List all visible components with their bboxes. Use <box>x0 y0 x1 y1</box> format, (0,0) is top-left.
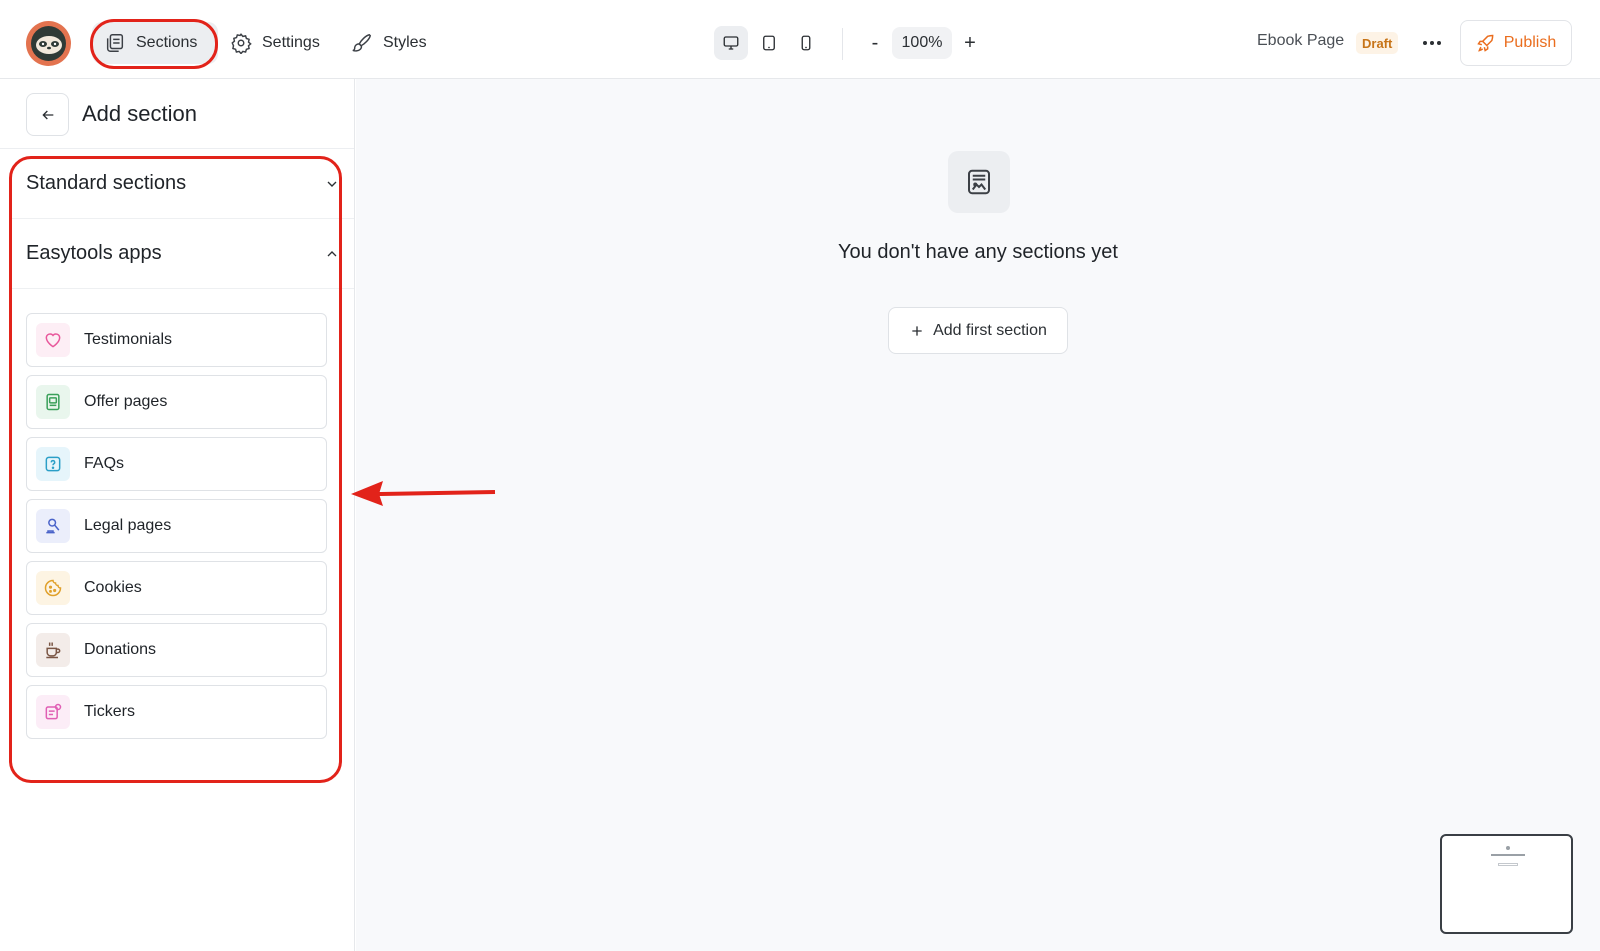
app-item-faqs[interactable]: FAQs <box>26 437 327 491</box>
app-item-tickers[interactable]: Tickers <box>26 685 327 739</box>
nav-styles-label: Styles <box>383 34 427 51</box>
offer-page-icon <box>36 385 70 419</box>
chevron-up-icon <box>327 250 337 256</box>
accordion-label: Easytools apps <box>26 242 162 264</box>
mobile-icon <box>801 35 811 51</box>
add-first-section-button[interactable]: Add first section <box>888 307 1068 354</box>
annotation-arrow-icon <box>351 481 496 506</box>
app-item-testimonials[interactable]: Testimonials <box>26 313 327 367</box>
tablet-icon <box>763 35 775 51</box>
page-name: Ebook Page <box>1257 32 1345 49</box>
minimap-icon <box>1506 846 1510 850</box>
ticker-icon <box>36 695 70 729</box>
zoom-out-button[interactable]: - <box>862 28 888 58</box>
more-options-button[interactable] <box>1417 26 1447 60</box>
rocket-icon <box>1477 34 1494 52</box>
app-item-donations[interactable]: Donations <box>26 623 327 677</box>
app-item-offer-pages[interactable]: Offer pages <box>26 375 327 429</box>
publish-label: Publish <box>1503 34 1557 51</box>
publish-button[interactable]: Publish <box>1460 20 1572 66</box>
brush-icon <box>352 33 372 52</box>
panel-header: Add section <box>0 79 354 149</box>
zoom-level: 100% <box>892 27 952 59</box>
desktop-icon <box>723 36 739 50</box>
accordion-label: Standard sections <box>26 172 187 194</box>
easytools-app-list: Testimonials Offer pages FAQs Legal page… <box>26 313 328 747</box>
app-item-legal-pages[interactable]: Legal pages <box>26 499 327 553</box>
empty-sections-icon <box>948 151 1010 213</box>
nav-sections[interactable]: Sections <box>92 22 218 64</box>
heart-icon <box>36 323 70 357</box>
empty-state-message: You don't have any sections yet <box>838 241 1118 263</box>
app-item-label: FAQs <box>84 455 125 472</box>
top-bar: Sections Settings Styles - 100% + Ebook … <box>0 0 1600 79</box>
app-item-label: Offer pages <box>84 393 168 410</box>
back-button[interactable] <box>26 93 69 136</box>
mobile-view-button[interactable] <box>789 26 823 60</box>
chevron-down-icon <box>327 181 337 187</box>
page-canvas[interactable]: You don't have any sections yet Add firs… <box>356 79 1600 951</box>
add-section-panel: Add section Standard sections Easytools … <box>0 79 355 951</box>
nav-styles[interactable]: Styles <box>339 22 439 64</box>
sloth-logo-icon <box>31 26 66 61</box>
app-item-cookies[interactable]: Cookies <box>26 561 327 615</box>
app-item-label: Cookies <box>84 579 142 596</box>
desktop-view-button[interactable] <box>714 26 748 60</box>
legal-icon <box>36 509 70 543</box>
arrow-left-icon <box>41 110 53 119</box>
panel-title: Add section <box>82 101 197 126</box>
toolbar-divider <box>842 28 843 60</box>
app-item-label: Testimonials <box>84 331 173 348</box>
nav-settings[interactable]: Settings <box>218 22 332 64</box>
accordion-standard-sections[interactable]: Standard sections <box>12 149 354 219</box>
zoom-in-button[interactable]: + <box>957 28 983 58</box>
app-item-label: Donations <box>84 641 157 658</box>
add-first-section-label: Add first section <box>933 321 1047 339</box>
sections-icon <box>106 34 124 52</box>
gear-icon <box>231 33 252 54</box>
minimap-button <box>1498 863 1518 866</box>
page-minimap[interactable] <box>1440 834 1573 934</box>
app-logo[interactable] <box>26 21 71 66</box>
app-item-label: Tickers <box>84 703 135 720</box>
cookie-icon <box>36 571 70 605</box>
minimap-text <box>1491 854 1525 856</box>
question-icon <box>36 447 70 481</box>
app-item-label: Legal pages <box>84 517 172 534</box>
nav-settings-label: Settings <box>262 34 320 51</box>
accordion-easytools-apps[interactable]: Easytools apps <box>12 219 354 289</box>
more-horizontal-icon <box>1423 41 1441 45</box>
coffee-cup-icon <box>36 633 70 667</box>
status-badge: Draft <box>1356 32 1399 54</box>
nav-sections-label: Sections <box>136 34 198 51</box>
tablet-view-button[interactable] <box>752 26 786 60</box>
plus-icon <box>912 325 922 336</box>
